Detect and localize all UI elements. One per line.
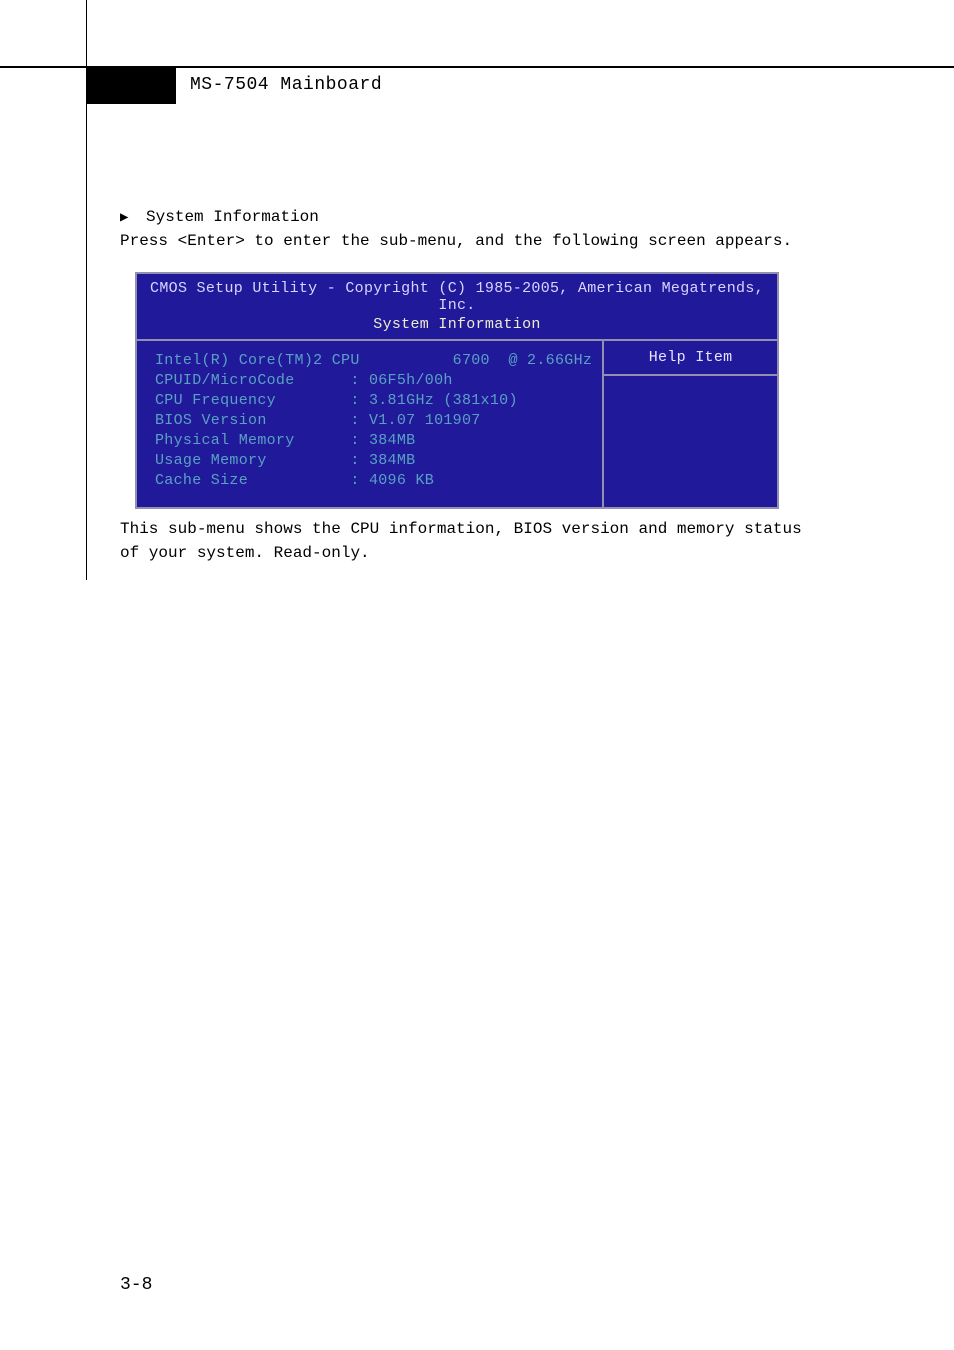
bios-help-panel: Help Item	[602, 341, 777, 507]
page-number: 3-8	[120, 1275, 152, 1295]
header-black-tab	[86, 68, 176, 104]
info-row: Physical Memory : 384MB	[155, 431, 592, 451]
section-heading-row: ▶ System Information	[120, 205, 319, 230]
bios-body: Intel(R) Core(TM)2 CPU 6700 @ 2.66GHz CP…	[137, 341, 777, 507]
description-line-2: of your system. Read-only.	[120, 541, 370, 565]
colon: :	[295, 372, 369, 389]
colon: :	[267, 452, 369, 469]
colon: :	[267, 412, 369, 429]
bios-subtitle: System Information	[137, 316, 777, 341]
triangle-icon: ▶	[120, 210, 128, 226]
info-row: Usage Memory : 384MB	[155, 451, 592, 471]
info-row: Cache Size : 4096 KB	[155, 471, 592, 491]
info-row: BIOS Version : V1.07 101907	[155, 411, 592, 431]
section-heading: System Information	[146, 208, 319, 226]
info-row: CPUID/MicroCode : 06F5h/00h	[155, 371, 592, 391]
info-row: CPU Frequency : 3.81GHz (381x10)	[155, 391, 592, 411]
press-enter-text: Press <Enter> to enter the sub-menu, and…	[120, 229, 792, 253]
description-line-1: This sub-menu shows the CPU information,…	[120, 517, 802, 541]
bios-screenshot: CMOS Setup Utility - Copyright (C) 1985-…	[135, 272, 779, 509]
cpu-name-line: Intel(R) Core(TM)2 CPU 6700 @ 2.66GHz	[155, 351, 592, 371]
help-item-label: Help Item	[604, 341, 777, 376]
bios-info-panel: Intel(R) Core(TM)2 CPU 6700 @ 2.66GHz CP…	[137, 341, 602, 507]
colon: :	[295, 432, 369, 449]
manual-page: MS-7504 Mainboard ▶ System Information P…	[0, 0, 954, 1350]
colon: :	[276, 392, 369, 409]
colon: :	[248, 472, 369, 489]
bios-title: CMOS Setup Utility - Copyright (C) 1985-…	[137, 274, 777, 316]
mainboard-title: MS-7504 Mainboard	[190, 75, 382, 95]
page-header: MS-7504 Mainboard	[0, 66, 954, 104]
